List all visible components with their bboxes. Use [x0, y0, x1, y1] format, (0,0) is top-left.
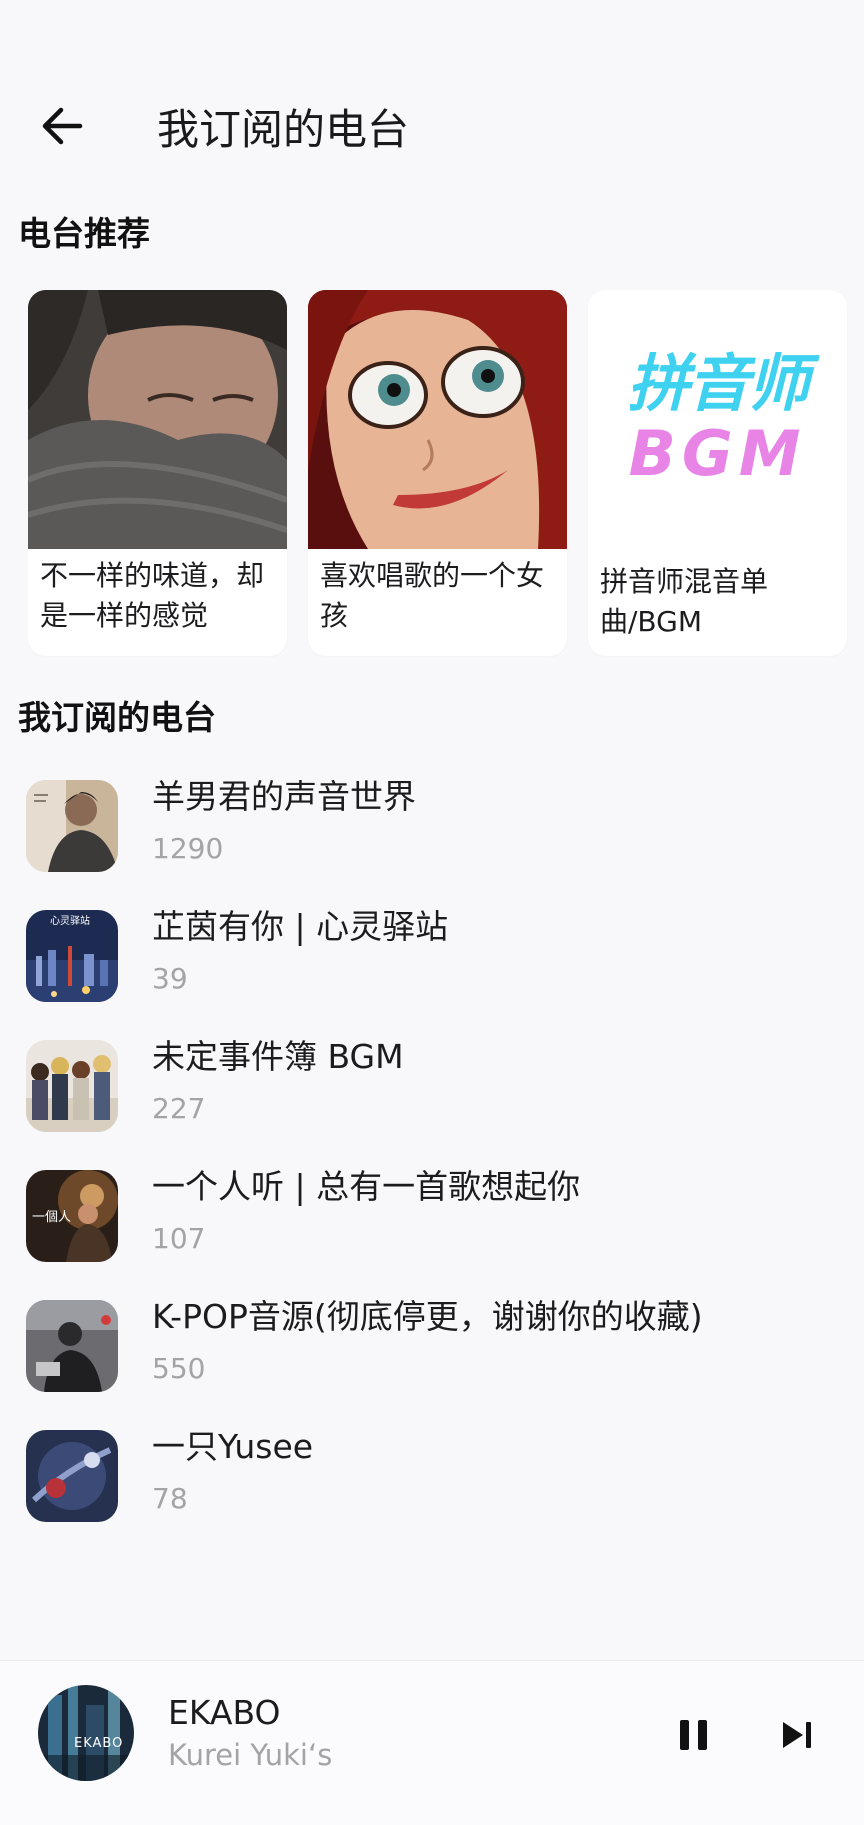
radio-cover-image	[26, 780, 118, 872]
radio-name: 羊男君的声音世界	[152, 777, 416, 816]
card-title: 不一样的味道，却是一样的感觉	[40, 559, 265, 632]
card-cover-text: 拼音师	[627, 347, 809, 420]
radio-name: K-POP音源(彻底停更，谢谢你的收藏)	[152, 1297, 703, 1336]
mini-player[interactable]: EKABO EKABO Kurei Yuki‘s	[0, 1660, 864, 1825]
radio-name: 未定事件簿 BGM	[152, 1037, 404, 1076]
page-title: 我订阅的电台	[157, 105, 410, 154]
mini-player-cover[interactable]: EKABO	[38, 1685, 134, 1781]
arrow-left-icon	[42, 107, 83, 145]
radio-cover-text: 心灵驿站	[50, 916, 90, 927]
now-playing-artist: Kurei Yuki‘s	[168, 1738, 333, 1772]
radio-cover-image	[26, 1040, 118, 1132]
recommend-card[interactable]: 不一样的味道，却是一样的感觉	[28, 290, 287, 656]
radio-count: 107	[152, 1222, 206, 1255]
next-button[interactable]	[774, 1711, 822, 1759]
list-item[interactable]: 心灵驿站 芷茵有你 | 心灵驿站 39	[0, 890, 864, 1020]
card-title: 喜欢唱歌的一个女孩	[320, 559, 545, 632]
recommend-card[interactable]: 拼音师 BGM 拼音师混音单曲/BGM	[588, 290, 847, 656]
list-item[interactable]: K-POP音源(彻底停更，谢谢你的收藏) 550	[0, 1280, 864, 1410]
radio-count: 78	[152, 1482, 188, 1515]
radio-name: 一个人听 | 总有一首歌想起你	[152, 1167, 581, 1206]
radio-name: 一只Yusee	[152, 1427, 314, 1466]
radio-name: 芷茵有你 | 心灵驿站	[152, 907, 449, 946]
card-cover-image	[28, 290, 287, 549]
recommend-carousel[interactable]: 不一样的味道，却是一样的感觉 喜欢唱歌的一个女孩 拼音师 BGM 拼音师混音单曲…	[28, 290, 864, 658]
radio-cover-image	[26, 1300, 118, 1392]
pause-icon	[680, 1720, 707, 1750]
radio-count: 1290	[152, 832, 224, 865]
album-art-text: EKABO	[74, 1736, 124, 1751]
top-bar: 我订阅的电台	[0, 0, 864, 200]
radio-count: 39	[152, 962, 188, 995]
list-item[interactable]: 一只Yusee 78	[0, 1410, 864, 1540]
back-button[interactable]	[34, 98, 90, 154]
list-item[interactable]: 羊男君的声音世界 1290	[0, 760, 864, 890]
radio-cover-text: 一個人	[32, 1210, 72, 1225]
list-item[interactable]: 一個人 一个人听 | 总有一首歌想起你 107	[0, 1150, 864, 1280]
album-art-image	[38, 1685, 134, 1781]
card-title: 拼音师混音单曲/BGM	[600, 565, 769, 638]
radio-count: 227	[152, 1092, 206, 1125]
card-cover-image	[308, 290, 567, 549]
now-playing-title: EKABO	[168, 1693, 281, 1732]
pause-button[interactable]	[670, 1711, 718, 1759]
list-item[interactable]: 未定事件簿 BGM 227	[0, 1020, 864, 1150]
radio-cover-image	[26, 1430, 118, 1522]
recommend-card[interactable]: 喜欢唱歌的一个女孩	[308, 290, 567, 656]
recommend-section-title: 电台推荐	[18, 214, 150, 253]
radio-count: 550	[152, 1352, 206, 1385]
skip-next-icon	[783, 1722, 811, 1748]
card-cover-text: BGM	[628, 417, 807, 490]
subscribed-section-title: 我订阅的电台	[18, 698, 216, 737]
